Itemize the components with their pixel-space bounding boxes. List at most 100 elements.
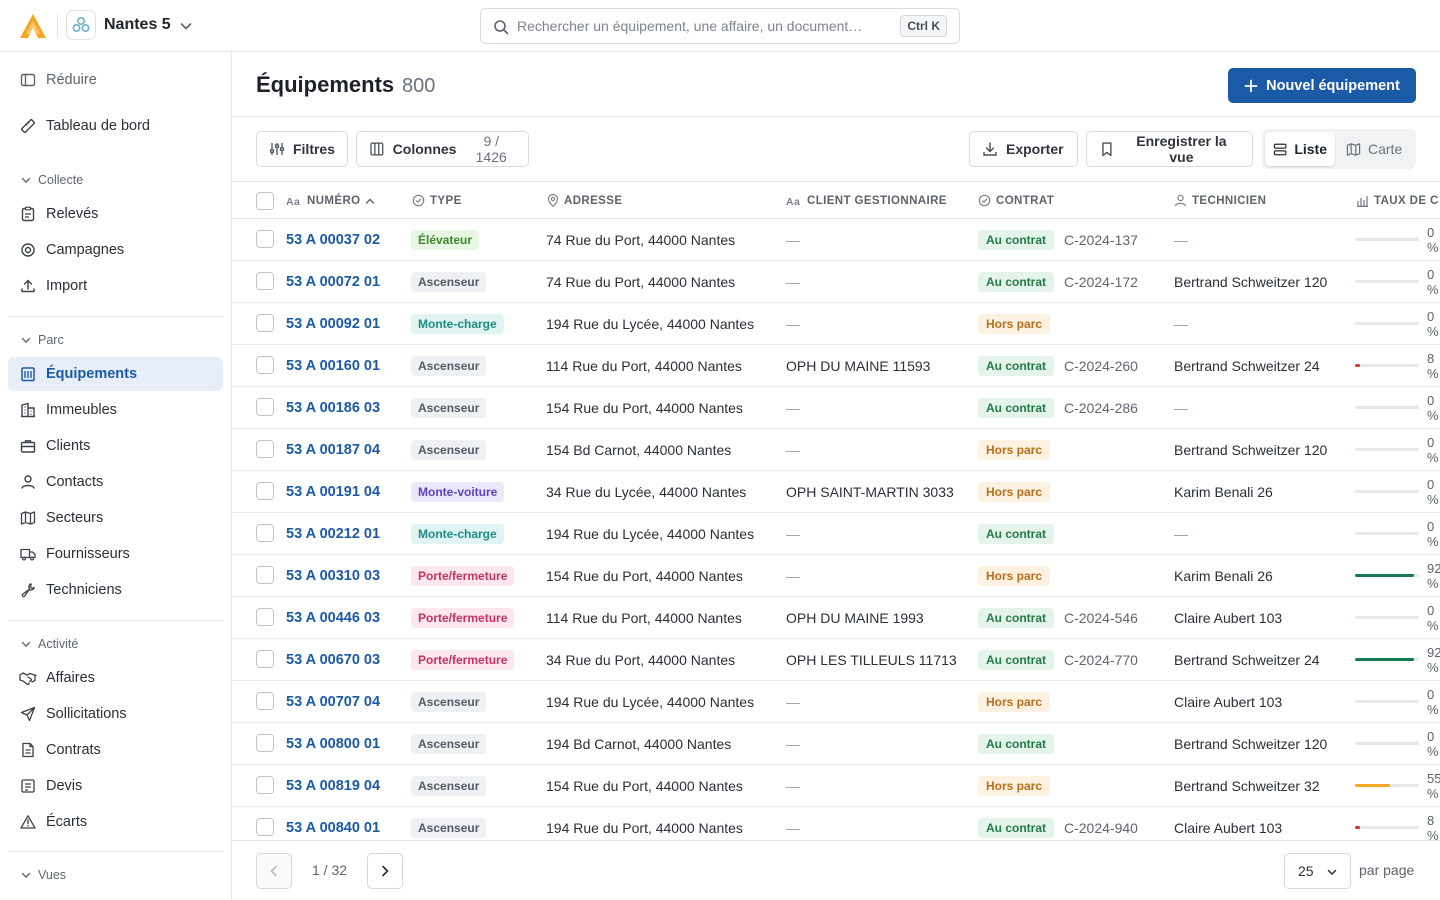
select-all-checkbox[interactable] (256, 192, 274, 210)
column-header-client[interactable]: Aa CLIENT GESTIONNAIRE (786, 182, 947, 219)
sidebar-item-releves[interactable]: Relevés (8, 197, 223, 231)
row-checkbox[interactable] (256, 818, 274, 836)
row-checkbox[interactable] (256, 482, 274, 500)
column-header-contrat[interactable]: CONTRAT (978, 182, 1054, 219)
sidebar-item-immeubles[interactable]: Immeubles (8, 393, 223, 427)
bar-chart-icon (1357, 196, 1368, 207)
rate-progress-fill (1355, 826, 1361, 829)
row-checkbox[interactable] (256, 230, 274, 248)
sidebar-item-sollicitations[interactable]: Sollicitations (8, 697, 223, 731)
equipment-number-link[interactable]: 53 A 00800 01 (286, 736, 380, 752)
button-label: Liste (1294, 141, 1327, 157)
row-checkbox[interactable] (256, 272, 274, 290)
row-checkbox[interactable] (256, 440, 274, 458)
sidebar-item-clients[interactable]: Clients (8, 429, 223, 463)
column-header-technicien[interactable]: TECHNICIEN (1174, 182, 1266, 219)
table-row[interactable]: 53 A 00191 04 Monte-voiture 34 Rue du Lycé… (232, 471, 1440, 513)
row-checkbox[interactable] (256, 650, 274, 668)
view-map-button[interactable]: Carte (1338, 132, 1414, 166)
equipment-number-link[interactable]: 53 A 00186 03 (286, 400, 380, 416)
sidebar-item-devis[interactable]: Devis (8, 769, 223, 803)
row-checkbox[interactable] (256, 398, 274, 416)
equipment-number-link[interactable]: 53 A 00670 03 (286, 652, 380, 668)
sidebar-collapse-button[interactable]: Réduire (8, 63, 223, 97)
address-cell: 194 Rue du Lycée, 44000 Nantes (546, 525, 755, 542)
columns-button[interactable]: Colonnes 9 / 1426 (356, 131, 529, 167)
filters-button[interactable]: Filtres (256, 131, 348, 167)
row-checkbox[interactable] (256, 356, 274, 374)
table-row[interactable]: 53 A 00446 03 Porte/fermeture 114 Rue du P… (232, 597, 1440, 639)
new-equipment-button[interactable]: Nouvel équipement (1228, 68, 1416, 103)
next-page-button[interactable] (367, 853, 403, 889)
client-cell: — (786, 441, 800, 458)
section-vues[interactable]: Vues (20, 868, 66, 882)
per-page-select[interactable]: 25 (1284, 853, 1351, 889)
table-row[interactable]: 53 A 00310 03 Porte/fermeture 154 Rue du P… (232, 555, 1440, 597)
table-row[interactable]: 53 A 00037 02 Élévateur 74 Rue du Port, 44… (232, 219, 1440, 261)
table-row[interactable]: 53 A 00800 01 Ascenseur 194 Bd Carnot, 440… (232, 723, 1440, 765)
column-header-adresse[interactable]: ADRESSE (547, 182, 622, 219)
row-checkbox[interactable] (256, 524, 274, 542)
equipment-number-link[interactable]: 53 A 00072 01 (286, 274, 380, 290)
table-row[interactable]: 53 A 00819 04 Ascenseur 154 Rue du Port, 4… (232, 765, 1440, 807)
export-button[interactable]: Exporter (969, 131, 1078, 167)
view-list-button[interactable]: Liste (1265, 132, 1335, 166)
table-row[interactable]: 53 A 00212 01 Monte-charge 194 Rue du Lycé… (232, 513, 1440, 555)
row-checkbox[interactable] (256, 692, 274, 710)
sidebar-item-affaires[interactable]: Affaires (8, 661, 223, 695)
table-row[interactable]: 53 A 00092 01 Monte-charge 194 Rue du Lycé… (232, 303, 1440, 345)
table-row[interactable]: 53 A 00840 01 Ascenseur 194 Rue du Port, 4… (232, 807, 1440, 840)
equipment-number-link[interactable]: 53 A 00819 04 (286, 778, 380, 794)
column-header-numero[interactable]: Aa NUMÉRO (286, 182, 380, 219)
sidebar-item-ecarts[interactable]: Écarts (8, 805, 223, 839)
sidebar-item-equipements[interactable]: Équipements (8, 357, 223, 391)
table-row[interactable]: 53 A 00670 03 Porte/fermeture 34 Rue du Po… (232, 639, 1440, 681)
column-header-taux[interactable]: TAUX DE C (1356, 182, 1439, 219)
table-row[interactable]: 53 A 00160 01 Ascenseur 114 Rue du Port, 4… (232, 345, 1440, 387)
equipment-number-link[interactable]: 53 A 00446 03 (286, 610, 380, 626)
sidebar-item-fournisseurs[interactable]: Fournisseurs (8, 537, 223, 571)
sidebar-item-campagnes[interactable]: Campagnes (8, 233, 223, 267)
row-checkbox[interactable] (256, 608, 274, 626)
table-row[interactable]: 53 A 00187 04 Ascenseur 154 Bd Carnot, 440… (232, 429, 1440, 471)
row-checkbox[interactable] (256, 734, 274, 752)
client-cell: OPH SAINT-MARTIN 3033 (786, 483, 954, 500)
global-search[interactable]: Ctrl K (480, 8, 960, 44)
equipment-number-link[interactable]: 53 A 00092 01 (286, 316, 380, 332)
equipment-number-link[interactable]: 53 A 00707 04 (286, 694, 380, 710)
sidebar-item-contacts[interactable]: Contacts (8, 465, 223, 499)
sidebar-item-techniciens[interactable]: Techniciens (8, 573, 223, 607)
table-row[interactable]: 53 A 00707 04 Ascenseur 194 Rue du Lycée, … (232, 681, 1440, 723)
search-input[interactable] (517, 9, 867, 43)
button-label: Carte (1368, 141, 1403, 157)
section-collecte[interactable]: Collecte (20, 173, 83, 187)
equipment-number-link[interactable]: 53 A 00187 04 (286, 442, 380, 458)
sidebar-item-secteurs[interactable]: Secteurs (8, 501, 223, 535)
equipment-number-link[interactable]: 53 A 00310 03 (286, 568, 380, 584)
row-checkbox[interactable] (256, 314, 274, 332)
button-label: Nouvel équipement (1266, 77, 1400, 94)
sidebar-item-dashboard[interactable]: Tableau de bord (8, 109, 223, 143)
chevron-down-icon[interactable] (178, 18, 194, 34)
row-checkbox[interactable] (256, 566, 274, 584)
client-cell: OPH DU MAINE 11593 (786, 357, 931, 374)
equipment-number-link[interactable]: 53 A 00037 02 (286, 232, 380, 248)
table-row[interactable]: 53 A 00186 03 Ascenseur 154 Rue du Port, 4… (232, 387, 1440, 429)
column-header-type[interactable]: TYPE (412, 182, 462, 219)
equipment-number-link[interactable]: 53 A 00191 04 (286, 484, 380, 500)
sidebar-item-import[interactable]: Import (8, 269, 223, 303)
section-parc[interactable]: Parc (20, 333, 64, 347)
app-logo[interactable] (18, 12, 48, 40)
org-name[interactable]: Nantes 5 (104, 16, 171, 34)
equipment-number-link[interactable]: 53 A 00160 01 (286, 358, 380, 374)
table-row[interactable]: 53 A 00072 01 Ascenseur 74 Rue du Port, 44… (232, 261, 1440, 303)
contract-number: C-2024-546 (1064, 609, 1138, 626)
previous-page-button[interactable] (256, 853, 292, 889)
org-avatar[interactable] (66, 10, 96, 40)
section-activite[interactable]: Activité (20, 637, 78, 651)
sidebar-item-contrats[interactable]: Contrats (8, 733, 223, 767)
equipment-number-link[interactable]: 53 A 00840 01 (286, 820, 380, 836)
row-checkbox[interactable] (256, 776, 274, 794)
save-view-button[interactable]: Enregistrer la vue (1086, 131, 1253, 167)
equipment-number-link[interactable]: 53 A 00212 01 (286, 526, 380, 542)
